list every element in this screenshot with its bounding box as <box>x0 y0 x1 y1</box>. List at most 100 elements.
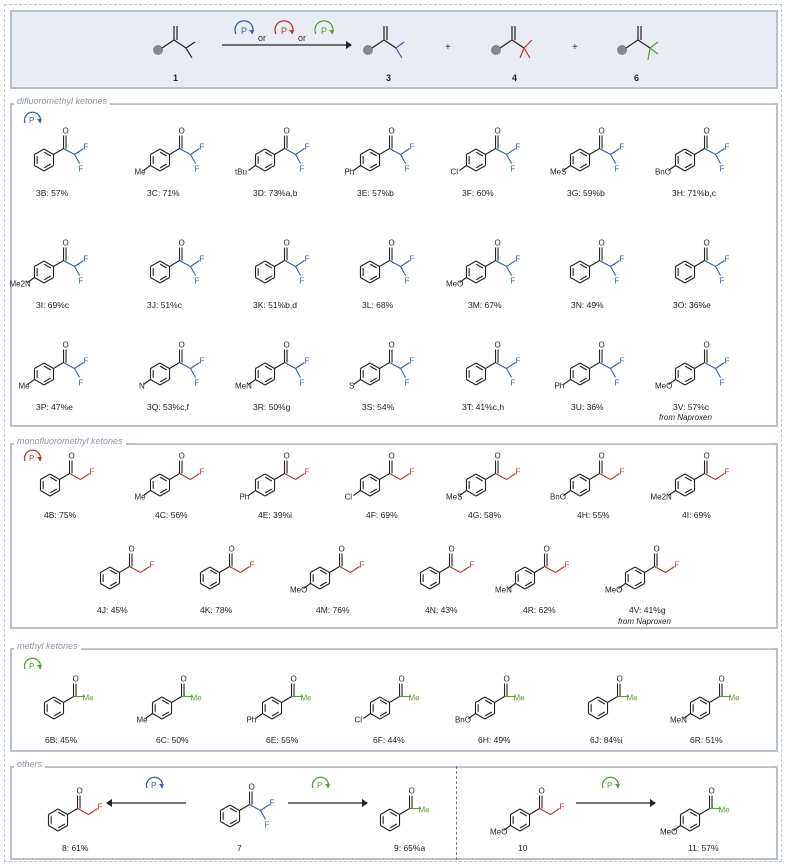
methyl-group: Me <box>627 694 639 703</box>
ketone-structure: OF <box>199 545 255 590</box>
oxygen-atom: O <box>599 452 605 461</box>
ketone-structure: OF <box>99 545 155 590</box>
ketone-structure: OF <box>419 545 475 590</box>
ketone-structure: O F F N <box>139 341 205 391</box>
ketone-structure: O F F <box>149 239 205 286</box>
fluorine-atom: F <box>200 468 205 477</box>
oxygen-atom: O <box>599 341 605 350</box>
oxygen-atom: O <box>339 545 345 554</box>
oxygen-atom: O <box>63 341 69 350</box>
ketone-structure: OF <box>47 787 103 832</box>
fluorine-atom: F <box>305 468 310 477</box>
oxygen-atom: O <box>181 675 187 684</box>
fluorine-atom: F <box>516 255 521 264</box>
fluorine-atom: F <box>410 357 415 366</box>
ketone-structure: O F F <box>33 127 89 174</box>
fluorine-atom: F <box>200 255 205 264</box>
oxygen-atom: O <box>504 675 510 684</box>
fluorine-atom: F <box>195 165 200 174</box>
oxygen-atom: O <box>69 452 75 461</box>
oxygen-atom: O <box>229 545 235 554</box>
ketone-structure: O F F <box>569 239 625 286</box>
fluorine-atom: F <box>410 468 415 477</box>
methyl-group: Me <box>719 806 731 815</box>
fluorine-atom: F <box>300 277 305 286</box>
fluorine-atom: F <box>79 379 84 388</box>
fluorine-atom: F <box>725 255 730 264</box>
fluorine-atom: F <box>725 357 730 366</box>
substituent-label: MeN <box>670 716 687 725</box>
ketone-structure: O F F <box>219 783 275 830</box>
ketone-structure: O Me MeO <box>660 787 730 837</box>
ketone-structure: O F MeN <box>495 545 570 595</box>
fluorine-atom: F <box>615 165 620 174</box>
methyl-group: Me <box>514 694 526 703</box>
methyl-group: Me <box>83 694 95 703</box>
substituent-label: Me <box>134 493 146 502</box>
fluorine-atom: F <box>725 143 730 152</box>
fluorine-atom: F <box>720 379 725 388</box>
oxygen-atom: O <box>73 675 79 684</box>
methyl-group: Me <box>191 694 203 703</box>
fluorine-atom: F <box>565 561 570 570</box>
fluorine-atom: F <box>195 277 200 286</box>
substituent-label: tBu <box>235 168 247 177</box>
oxygen-atom: O <box>539 787 545 796</box>
ketone-structure: O F F MeS <box>550 127 625 177</box>
oxygen-atom: O <box>389 452 395 461</box>
fluorine-atom: F <box>150 561 155 570</box>
ketone-structure: O Me Cl <box>354 675 420 725</box>
fluorine-atom: F <box>300 165 305 174</box>
oxygen-atom: O <box>704 127 710 136</box>
substituent-label: Ph <box>344 168 354 177</box>
fluorine-atom: F <box>360 561 365 570</box>
fluorine-atom: F <box>79 165 84 174</box>
substituent-label: MeO <box>290 586 307 595</box>
ketone-structure: O F MeO <box>605 545 680 595</box>
substituent-label: MeS <box>550 168 566 177</box>
substituent-label: MeN <box>495 586 512 595</box>
fluorine-atom: F <box>305 357 310 366</box>
oxygen-atom: O <box>495 341 501 350</box>
substituent-label: Me2N <box>650 493 672 502</box>
ketone-structure: O F F Ph <box>554 341 624 391</box>
fluorine-atom: F <box>200 143 205 152</box>
ketone-structure: O F F MeO <box>446 239 521 289</box>
ketone-structure: O F MeS <box>446 452 521 502</box>
fluorine-atom: F <box>265 821 270 830</box>
ketone-structure: O F Me <box>134 452 204 502</box>
fluorine-atom: F <box>720 277 725 286</box>
ketone-structure: O Me <box>379 787 431 832</box>
oxygen-atom: O <box>709 787 715 796</box>
ketone-structure: O F F Me <box>134 127 204 177</box>
oxygen-atom: O <box>449 545 455 554</box>
fluorine-atom: F <box>90 468 95 477</box>
substituent-label: MeO <box>655 382 672 391</box>
ketone-structure: O F F S <box>349 341 415 391</box>
substituent-label: Me <box>136 716 148 725</box>
substituent-label: Cl <box>344 493 352 502</box>
ketone-structure: O F F MeN <box>235 341 310 391</box>
methyl-group: Me <box>419 806 431 815</box>
fluorine-atom: F <box>516 357 521 366</box>
fluorine-atom: F <box>200 357 205 366</box>
oxygen-atom: O <box>617 675 623 684</box>
oxygen-atom: O <box>495 239 501 248</box>
fluorine-atom: F <box>620 255 625 264</box>
oxygen-atom: O <box>704 341 710 350</box>
fluorine-atom: F <box>516 143 521 152</box>
oxygen-atom: O <box>179 452 185 461</box>
oxygen-atom: O <box>654 545 660 554</box>
substituent-label: Me2N <box>9 280 31 289</box>
substituent-label: MeO <box>446 280 463 289</box>
ketone-structure: OF <box>39 452 95 497</box>
oxygen-atom: O <box>544 545 550 554</box>
oxygen-atom: O <box>495 127 501 136</box>
ketone-structure: O F F <box>254 239 310 286</box>
methyl-group: Me <box>301 694 313 703</box>
ketone-structure: O F F MeO <box>655 341 730 391</box>
fluorine-atom: F <box>84 357 89 366</box>
ketone-structure: O F MeO <box>290 545 365 595</box>
fluorine-atom: F <box>511 379 516 388</box>
substituent-label: Me <box>134 168 146 177</box>
